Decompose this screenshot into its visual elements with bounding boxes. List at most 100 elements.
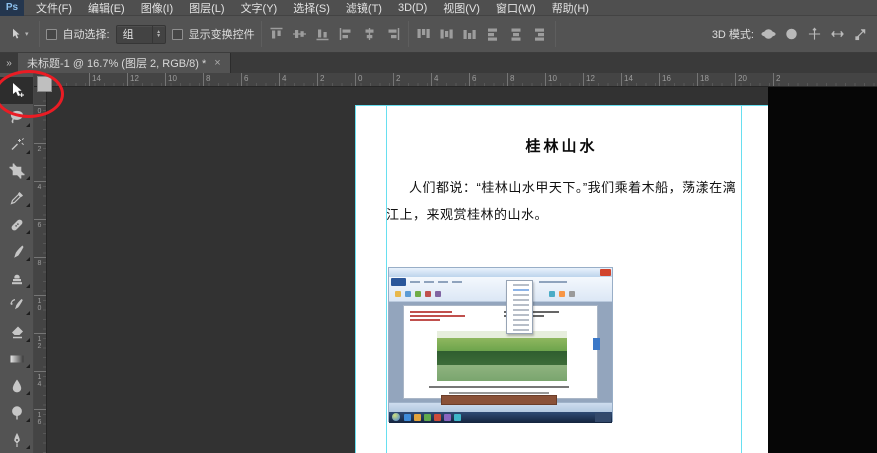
guide-vertical[interactable] (386, 105, 387, 453)
3d-pan-icon[interactable] (805, 26, 823, 42)
3d-mode-label: 3D 模式: (712, 26, 754, 42)
3d-rotate-icon[interactable] (759, 26, 777, 42)
align-vertical-centers-icon[interactable] (291, 26, 309, 42)
taskbar-app-icon (454, 414, 461, 421)
ribbon-button (415, 291, 421, 297)
distribute-bottom-edges-icon[interactable] (461, 26, 479, 42)
lasso-tool[interactable] (0, 104, 33, 131)
taskbar-clock (595, 413, 611, 422)
align-left-edges-icon[interactable] (338, 26, 356, 42)
menu-item[interactable]: 3D(D) (390, 0, 435, 15)
blur-tool[interactable] (0, 372, 33, 399)
word-ribbon-tab (539, 281, 567, 283)
align-edges-group (268, 26, 332, 42)
horizontal-ruler[interactable]: 1412108642024681012141618202 (47, 73, 877, 87)
document-page[interactable]: 桂林山水 人们都说：“桂林山水甲天下。”我们乘着木船，荡漾在漓 江上，来观赏桂林… (355, 105, 768, 453)
ruler-label: 10 (34, 295, 46, 333)
distribute-vertical-centers-icon[interactable] (438, 26, 456, 42)
auto-select-checkbox[interactable] (46, 29, 57, 40)
crop-tool[interactable] (0, 158, 33, 185)
start-orb-icon (392, 413, 400, 421)
menu-item[interactable]: 图像(I) (133, 0, 181, 15)
dodge-tool[interactable] (0, 399, 33, 426)
ruler-label: 14 (621, 73, 659, 86)
word-text-line (410, 319, 440, 321)
align-top-edges-icon[interactable] (268, 26, 286, 42)
guide-vertical[interactable] (355, 105, 356, 453)
vertical-ruler[interactable]: 0246810121416 (34, 87, 47, 453)
toolbar-collapse-button[interactable]: » (0, 53, 18, 73)
menu-item[interactable]: 滤镜(T) (338, 0, 390, 15)
eyedropper-tool[interactable] (0, 184, 33, 211)
document-tab-title: 未标题-1 @ 16.7% (图层 2, RGB/8) * (27, 55, 206, 71)
align-right-edges-icon[interactable] (384, 26, 402, 42)
word-selection-mark (593, 338, 600, 350)
ruler-label: 6 (469, 73, 507, 86)
ruler-label: 8 (203, 73, 241, 86)
distribute-horizontal-centers-icon[interactable] (508, 26, 526, 42)
clone-stamp-tool[interactable] (0, 265, 33, 292)
ruler-label: 0 (355, 73, 393, 86)
move-tool[interactable] (0, 77, 33, 104)
tab-close-icon[interactable]: × (214, 57, 220, 69)
word-landscape-image (437, 331, 567, 381)
menu-item[interactable]: 帮助(H) (544, 0, 597, 15)
distribute-top-edges-icon[interactable] (415, 26, 433, 42)
3d-slide-icon[interactable] (828, 26, 846, 42)
taskbar-app-icon (414, 414, 421, 421)
menu-item[interactable]: 图层(L) (181, 0, 232, 15)
ruler-label: 12 (127, 73, 165, 86)
photoshop-logo-icon: Ps (0, 0, 24, 16)
document-title-text: 桂林山水 (355, 135, 768, 156)
menu-item[interactable]: 文件(F) (28, 0, 80, 15)
auto-select-target-dropdown[interactable]: 组 ▲▼ (116, 25, 166, 44)
guide-vertical[interactable] (741, 105, 742, 453)
dropdown-stepper-icon: ▲▼ (152, 26, 165, 43)
word-text-line (449, 392, 549, 394)
word-ribbon (389, 277, 612, 302)
menu-item[interactable]: 窗口(W) (488, 0, 544, 15)
embedded-word-screenshot[interactable] (388, 267, 613, 422)
chevron-down-icon: ▾ (25, 30, 29, 38)
distribute-left-edges-icon[interactable] (485, 26, 503, 42)
canvas-area[interactable]: 桂林山水 人们都说：“桂林山水甲天下。”我们乘着木船，荡漾在漓 江上，来观赏桂林… (47, 87, 877, 453)
3d-scale-icon[interactable] (851, 26, 869, 42)
document-body-line: 人们都说：“桂林山水甲天下。”我们乘着木船，荡漾在漓 (409, 177, 736, 196)
ruler-label: 6 (241, 73, 279, 86)
workspace-void (768, 87, 877, 453)
menu-item[interactable]: 视图(V) (435, 0, 488, 15)
tool-options-bar: ▾ 自动选择: 组 ▲▼ 显示变换控件 (0, 16, 877, 53)
ruler-label: 2 (317, 73, 355, 86)
ruler-label: 4 (431, 73, 469, 86)
ruler-label: 0 (34, 105, 46, 143)
eraser-tool[interactable] (0, 319, 33, 346)
distribute-right-edges-icon[interactable] (531, 26, 549, 42)
divider (555, 21, 556, 47)
3d-roll-icon[interactable] (782, 26, 800, 42)
menu-item[interactable]: 编辑(E) (80, 0, 133, 15)
gradient-tool[interactable] (0, 346, 33, 373)
document-body-line: 江上，来观赏桂林的山水。 (386, 204, 548, 223)
align-bottom-edges-icon[interactable] (314, 26, 332, 42)
ruler-label: 10 (165, 73, 203, 86)
spot-healing-brush-tool[interactable] (0, 211, 33, 238)
show-transform-checkbox[interactable] (172, 29, 183, 40)
ruler-origin-box[interactable] (37, 76, 52, 92)
taskbar-app-icon (434, 414, 441, 421)
word-caption-bar (441, 395, 557, 405)
guide-horizontal[interactable] (355, 105, 768, 106)
history-brush-tool[interactable] (0, 292, 33, 319)
tool-preset-picker[interactable]: ▾ (6, 26, 33, 42)
quick-selection-tool[interactable] (0, 131, 33, 158)
brush-tool[interactable] (0, 238, 33, 265)
document-tab[interactable]: 未标题-1 @ 16.7% (图层 2, RGB/8) * × (18, 53, 231, 73)
menu-item[interactable]: 选择(S) (285, 0, 338, 15)
pen-tool[interactable] (0, 426, 33, 453)
ruler-label: 2 (393, 73, 431, 86)
menu-item[interactable]: 文字(Y) (233, 0, 286, 15)
align-horizontal-centers-icon[interactable] (361, 26, 379, 42)
ruler-label: 14 (34, 371, 46, 409)
word-ribbon-tab (452, 281, 462, 283)
ruler-label: 16 (659, 73, 697, 86)
3d-mode-group: 3D 模式: (712, 26, 869, 42)
